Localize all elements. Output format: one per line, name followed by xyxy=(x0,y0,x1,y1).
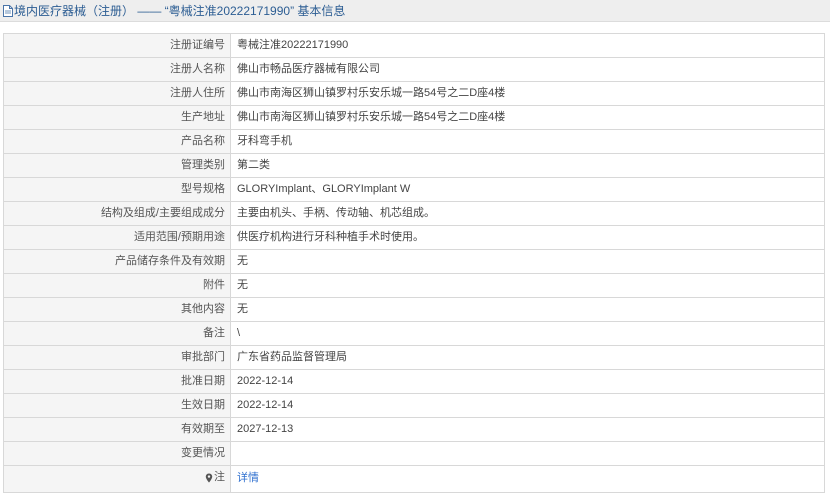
field-value: 佛山市南海区狮山镇罗村乐安乐城一路54号之二D座4楼 xyxy=(230,105,825,130)
field-label: 产品储存条件及有效期 xyxy=(3,249,231,274)
field-value: 主要由机头、手柄、传动轴、机芯组成。 xyxy=(230,201,825,226)
field-label: 注册人名称 xyxy=(3,57,231,82)
table-row: 批准日期 2022-12-14 xyxy=(3,369,825,394)
field-label: 有效期至 xyxy=(3,417,231,442)
field-label: 变更情况 xyxy=(3,441,231,466)
field-value: 第二类 xyxy=(230,153,825,178)
field-label: 批准日期 xyxy=(3,369,231,394)
page-title: 境内医疗器械（注册） —— “粤械注准20222171990” 基本信息 xyxy=(14,4,346,18)
field-value: 供医疗机构进行牙科种植手术时使用。 xyxy=(230,225,825,250)
table-row: 注册人住所 佛山市南海区狮山镇罗村乐安乐城一路54号之二D座4楼 xyxy=(3,81,825,106)
table-row: 管理类别 第二类 xyxy=(3,153,825,178)
field-label: 注册证编号 xyxy=(3,33,231,58)
table-row: 适用范围/预期用途 供医疗机构进行牙科种植手术时使用。 xyxy=(3,225,825,250)
table-row: 注册人名称 佛山市畅品医疗器械有限公司 xyxy=(3,57,825,82)
field-value: GLORYImplant、GLORYImplant W xyxy=(230,177,825,202)
info-table: 注册证编号 粤械注准20222171990 注册人名称 佛山市畅品医疗器械有限公司 注册… xyxy=(3,33,825,493)
table-row: 其他内容无 xyxy=(3,297,825,322)
table-row: 备注 \ xyxy=(3,321,825,346)
field-label: 备注 xyxy=(3,321,231,346)
note-label-cell: 注 xyxy=(3,465,231,493)
field-value xyxy=(230,441,825,466)
field-label: 适用范围/预期用途 xyxy=(3,225,231,250)
note-row: 注详情 xyxy=(3,465,825,493)
table-row: 变更情况 xyxy=(3,441,825,466)
field-value: 粤械注准20222171990 xyxy=(230,33,825,58)
table-row: 结构及组成/主要组成成分 主要由机头、手柄、传动轴、机芯组成。 xyxy=(3,201,825,226)
field-label: 结构及组成/主要组成成分 xyxy=(3,201,231,226)
field-value: 无 xyxy=(230,297,825,322)
field-label: 管理类别 xyxy=(3,153,231,178)
table-row: 型号规格 GLORYImplant、GLORYImplant W xyxy=(3,177,825,202)
field-label: 其他内容 xyxy=(3,297,231,322)
table-row: 生产地址 佛山市南海区狮山镇罗村乐安乐城一路54号之二D座4楼 xyxy=(3,105,825,130)
table-row: 审批部门 广东省药品监督管理局 xyxy=(3,345,825,370)
field-value: 无 xyxy=(230,249,825,274)
table-row: 有效期至 2027-12-13 xyxy=(3,417,825,442)
field-label: 附件 xyxy=(3,273,231,298)
field-label: 型号规格 xyxy=(3,177,231,202)
note-label-text: 注 xyxy=(214,471,225,483)
page-header: 境内医疗器械（注册） —— “粤械注准20222171990” 基本信息 xyxy=(0,0,830,22)
note-label: 注 xyxy=(205,466,225,489)
document-icon xyxy=(3,4,13,17)
field-label: 产品名称 xyxy=(3,129,231,154)
table-row: 附件无 xyxy=(3,273,825,298)
table-row: 产品名称 牙科弯手机 xyxy=(3,129,825,154)
note-value-cell: 详情 xyxy=(230,465,825,493)
table-row: 产品储存条件及有效期无 xyxy=(3,249,825,274)
pin-icon xyxy=(205,473,213,482)
field-label: 生效日期 xyxy=(3,393,231,418)
field-value: 牙科弯手机 xyxy=(230,129,825,154)
field-value: 2022-12-14 xyxy=(230,369,825,394)
field-value: 2022-12-14 xyxy=(230,393,825,418)
field-value: 2027-12-13 xyxy=(230,417,825,442)
field-value: 佛山市畅品医疗器械有限公司 xyxy=(230,57,825,82)
table-row: 生效日期 2022-12-14 xyxy=(3,393,825,418)
field-label: 注册人住所 xyxy=(3,81,231,106)
field-value: \ xyxy=(230,321,825,346)
field-value: 广东省药品监督管理局 xyxy=(230,345,825,370)
field-value: 无 xyxy=(230,273,825,298)
details-link[interactable]: 详情 xyxy=(237,472,259,484)
field-value: 佛山市南海区狮山镇罗村乐安乐城一路54号之二D座4楼 xyxy=(230,81,825,106)
field-label: 审批部门 xyxy=(3,345,231,370)
table-row: 注册证编号 粤械注准20222171990 xyxy=(3,33,825,58)
field-label: 生产地址 xyxy=(3,105,231,130)
